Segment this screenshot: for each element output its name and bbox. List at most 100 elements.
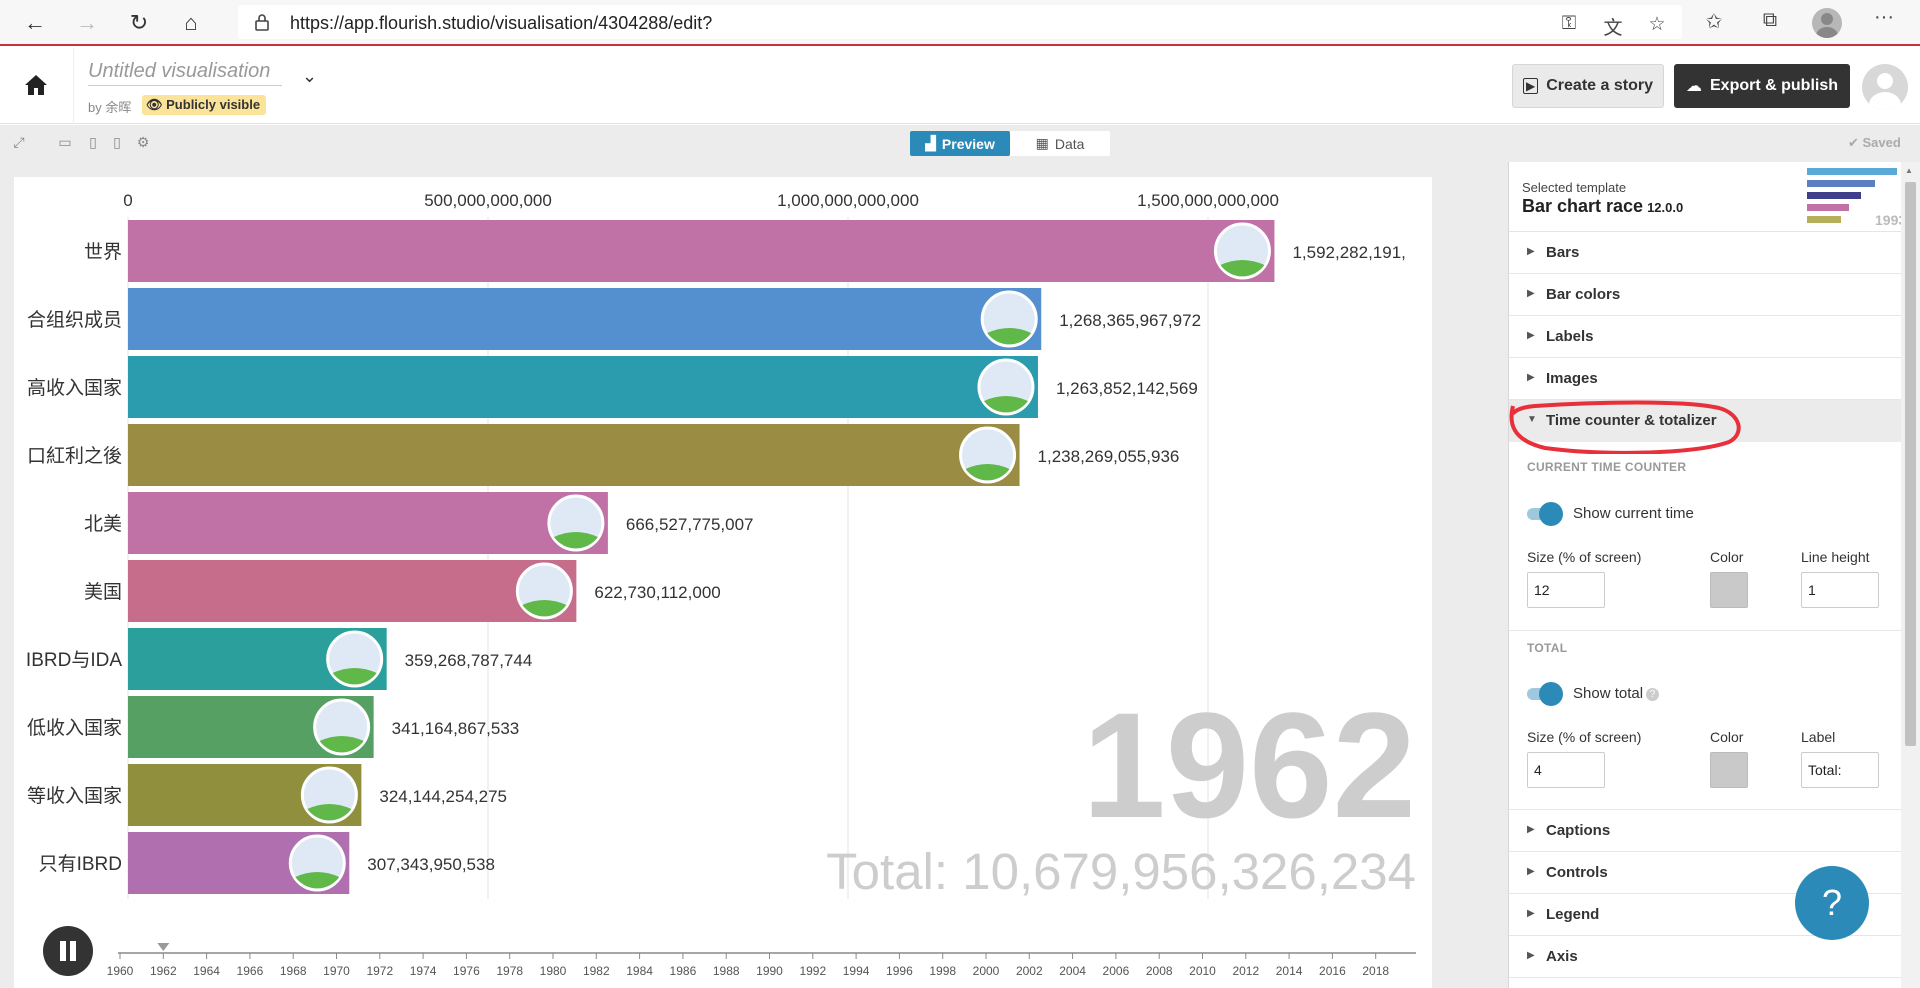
timeline-tick-label: 1968 [280,964,307,978]
user-avatar[interactable] [1862,64,1908,110]
panel-scrollbar[interactable]: ▲ [1901,162,1920,988]
current-size-input[interactable]: 12 [1527,572,1605,608]
address-bar[interactable]: https://app.flourish.studio/visualisatio… [238,5,1682,39]
back-icon[interactable]: ← [20,8,50,38]
star-icon[interactable]: ☆ [1644,13,1670,36]
browser-toolbar: ← → ↻ ⌂ https://app.flourish.studio/visu… [0,0,1920,46]
story-play-icon: ▶ [1523,78,1539,94]
timeline-tick-label: 2018 [1362,964,1389,978]
export-publish-button[interactable]: ☁ Export & publish [1674,64,1850,108]
tab-preview[interactable]: ▟ Preview [910,131,1010,156]
timeline-tick-label: 1998 [929,964,956,978]
create-story-label: Create a story [1546,77,1653,94]
timeline-tick-label: 1980 [540,964,567,978]
current-color-swatch[interactable] [1710,572,1748,608]
collections-icon[interactable]: ⧉ [1756,9,1784,32]
section-captions-label: Captions [1546,822,1611,839]
translate-icon[interactable]: 文 [1600,13,1626,40]
template-thumbnail: 1993 [1807,168,1901,228]
key-icon[interactable]: ⚿ [1556,13,1582,35]
section-bar-colors[interactable]: ▶ Bar colors [1509,274,1901,316]
caret-right-icon: ▶ [1527,950,1535,961]
visualisation-title[interactable]: Untitled visualisation [88,60,282,86]
pause-button[interactable] [43,926,93,976]
current-time-heading: CURRENT TIME COUNTER [1527,460,1687,474]
home-icon[interactable]: ⌂ [176,8,206,38]
house-icon [25,75,47,95]
scroll-thumb[interactable] [1905,182,1916,746]
mobile-view-icon[interactable]: ▯ [108,134,126,151]
tab-data[interactable]: ▦ Data [1010,131,1110,156]
current-color-label: Color [1710,549,1744,565]
timeline-tick-label: 1996 [886,964,913,978]
lock-icon [255,14,269,31]
bar-category-label: 等收入国家 [27,785,122,807]
fullscreen-icon[interactable]: ⤢ [10,134,28,151]
tab-data-label: Data [1054,135,1085,152]
bar-value-label: 341,164,867,533 [392,719,520,738]
current-time-counter: 1962 [1082,681,1416,849]
template-name-label: Bar chart race [1522,196,1644,216]
forward-icon[interactable]: → [72,8,102,38]
favorites-icon[interactable]: ✩ [1700,9,1728,34]
caret-right-icon: ▶ [1527,288,1535,299]
show-current-time-toggle[interactable] [1527,502,1567,526]
section-captions[interactable]: ▶ Captions [1509,810,1901,852]
tablet-view-icon[interactable]: ▯ [84,134,102,151]
section-legend-label: Legend [1546,906,1600,923]
bar-value-label: 1,592,282,191, [1292,243,1405,262]
template-caption: Selected template [1522,180,1627,195]
template-thumb-year: 1993 [1875,212,1901,228]
section-controls-label: Controls [1546,864,1608,881]
caret-right-icon: ▶ [1527,372,1535,383]
total-label-input[interactable]: Total: [1801,752,1879,788]
settings-gear-icon[interactable]: ⚙ [134,134,152,151]
bar-category-label: 北美 [84,513,122,535]
caret-right-icon: ▶ [1527,246,1535,257]
section-bars[interactable]: ▶ Bars [1509,232,1901,274]
current-size-label: Size (% of screen) [1527,549,1642,565]
show-total-toggle[interactable] [1527,682,1567,706]
divider [1509,630,1901,631]
timeline-tick-label: 2002 [1016,964,1043,978]
section-images[interactable]: ▶ Images [1509,358,1901,400]
total-size-input[interactable]: 4 [1527,752,1605,788]
visibility-badge[interactable]: 👁 Publicly visible [142,95,267,115]
help-circle-icon[interactable]: ? [1646,687,1660,701]
browser-profile-avatar[interactable] [1812,8,1842,38]
line-height-label: Line height [1801,549,1870,565]
bar-value-label: 307,343,950,538 [367,855,495,874]
timeline-tick-label: 2012 [1232,964,1259,978]
reload-icon[interactable]: ↻ [124,8,154,38]
bar-value-label: 359,268,787,744 [405,651,533,670]
bar [128,288,1042,350]
caret-right-icon: ▶ [1527,330,1535,341]
total-color-label: Color [1710,729,1744,745]
timeline-tick-label: 1974 [410,964,437,978]
x-tick-label: 1,000,000,000,000 [777,191,919,210]
line-height-input[interactable]: 1 [1801,572,1879,608]
bar-category-label: 口紅利之後 [27,445,122,467]
tab-preview-label: Preview [941,135,995,152]
section-labels[interactable]: ▶ Labels [1509,316,1901,358]
show-current-time-label: Show current time [1573,505,1694,522]
export-publish-label: Export & publish [1710,77,1838,94]
bar-value-label: 1,268,365,967,972 [1059,311,1201,330]
more-icon[interactable]: ··· [1870,6,1898,29]
template-card[interactable]: Selected template Bar chart race 12.0.0 1… [1509,162,1901,232]
help-button[interactable]: ? [1795,866,1869,940]
timeline-tick-label: 1992 [799,964,826,978]
caret-right-icon: ▶ [1527,908,1535,919]
chevron-down-icon[interactable]: ⌄ [302,66,317,87]
timeline-tick-label: 1986 [670,964,697,978]
desktop-view-icon[interactable]: ▭ [56,134,74,151]
create-story-button[interactable]: ▶ Create a story [1512,64,1664,108]
section-bar-colors-label: Bar colors [1546,286,1621,303]
section-axis[interactable]: ▶ Axis [1509,936,1901,978]
total-color-swatch[interactable] [1710,752,1748,788]
timeline-tick-label: 1994 [843,964,870,978]
timeline-tick-label: 1962 [150,964,177,978]
home-button[interactable] [0,48,74,124]
bar-category-label: 世界 [84,241,122,263]
scroll-up-icon[interactable]: ▲ [1905,166,1913,175]
